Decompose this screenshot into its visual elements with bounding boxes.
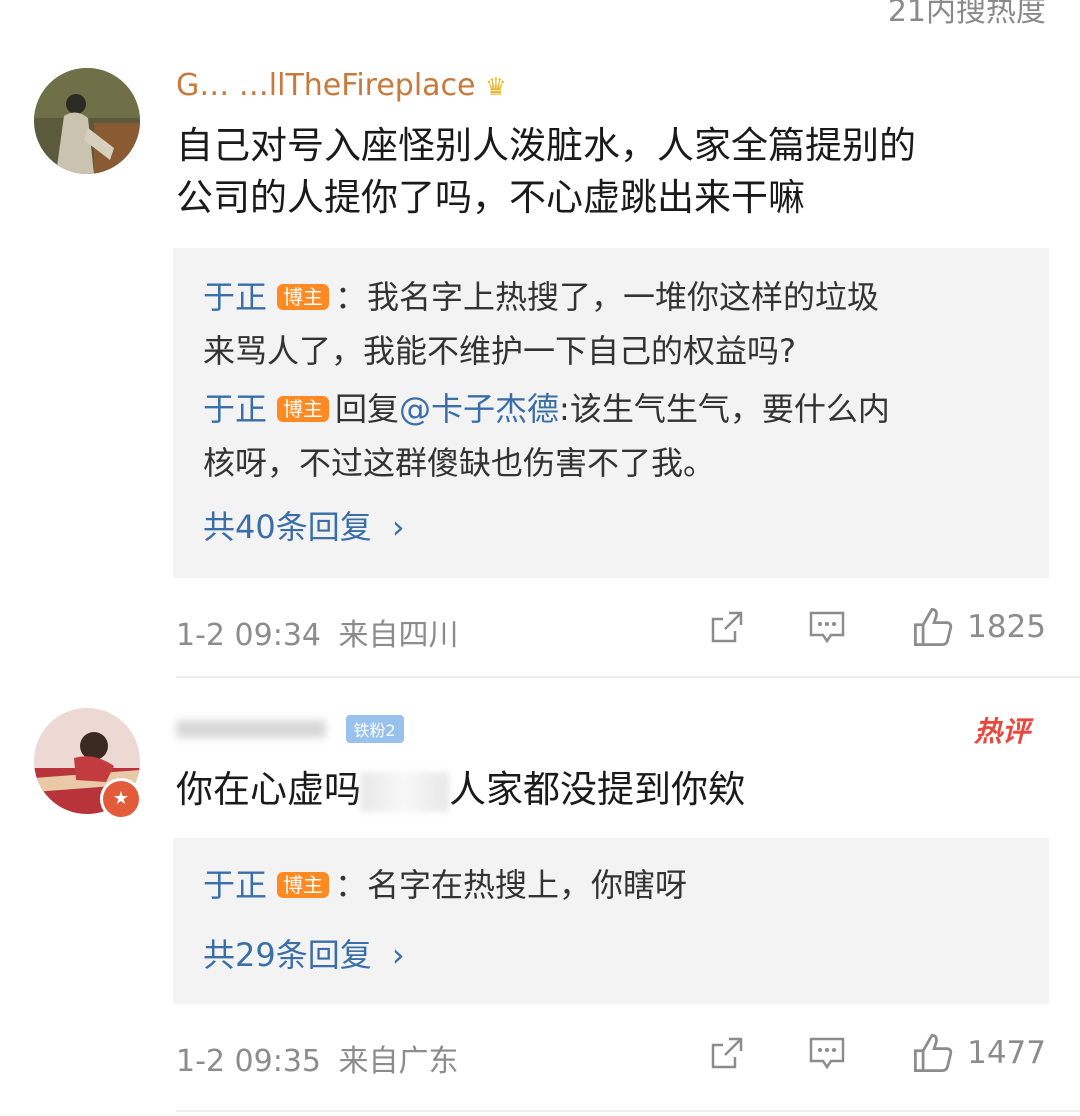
author-badge: 博主 [277, 872, 330, 898]
username[interactable]: G… …llTheFireplace ♛ [176, 68, 507, 103]
crown-icon: ♛ [485, 73, 507, 101]
divider [176, 676, 1080, 678]
reply-item[interactable]: 于正 博主 ：名字在热搜上，你瞎呀 [203, 858, 1009, 912]
redacted-username [176, 719, 326, 738]
comment-item: ★ 铁粉2 热评 你在心虚吗 人家都没提到你欸 于正 博主 ：名字在热搜上，你瞎呀 共… [0, 680, 1080, 1116]
like-count: 1825 [967, 609, 1046, 645]
like-icon[interactable] [911, 605, 955, 649]
redacted-emoji [361, 771, 449, 812]
username[interactable]: 铁粉2 [176, 710, 404, 745]
reply-author[interactable]: 于正 [203, 390, 267, 428]
comment-meta: 1-2 09:35 来自广东 [176, 1036, 459, 1080]
comment-text: 自己对号入座怪别人泼脏水，人家全篇提别的 公司的人提你了吗，不心虚跳出来干嘛 [176, 124, 916, 219]
hot-comment-label: 热评 [973, 715, 1030, 748]
verified-badge-icon: ★ [100, 778, 142, 820]
author-badge: 博主 [277, 396, 330, 422]
fan-level-badge: 铁粉2 [345, 714, 404, 743]
comment-meta: 1-2 09:34 来自四川 [176, 610, 459, 654]
comment-icon[interactable] [807, 607, 847, 647]
comment-location: 来自四川 [338, 618, 459, 653]
reply-item[interactable]: 于正 博主 ：我名字上热搜了，一堆你这样的垃圾 来骂人了，我能不维护一下自己的权益吗… [203, 270, 1009, 378]
comment-actions: 1477 [707, 1031, 1046, 1075]
reply-item[interactable]: 于正 博主 回复@卡子杰德:该生气生气，要什么内 核呀，不过这群傻缺也伤害不了我。 [203, 382, 1009, 490]
reply-author[interactable]: 于正 [203, 278, 267, 316]
comment-text: 你在心虚吗 人家都没提到你欸 [176, 768, 745, 812]
divider [176, 1110, 1080, 1112]
comment-icon[interactable] [807, 1033, 847, 1073]
like-count: 1477 [967, 1035, 1046, 1071]
comment-time: 1-2 09:34 [176, 618, 321, 653]
share-icon[interactable] [707, 1033, 747, 1073]
reply-box[interactable]: 于正 博主 ：我名字上热搜了，一堆你这样的垃圾 来骂人了，我能不维护一下自己的权益吗… [173, 248, 1049, 578]
reply-author[interactable]: 于正 [203, 866, 267, 904]
comment-location: 来自广东 [338, 1044, 459, 1079]
more-replies-link[interactable]: 共40条回复 › [203, 502, 405, 548]
comment-actions: 1825 [707, 605, 1046, 649]
comment-time: 1-2 09:35 [176, 1044, 321, 1079]
chevron-right-icon: › [391, 936, 405, 974]
reply-box[interactable]: 于正 博主 ：名字在热搜上，你瞎呀 共29条回复 › [173, 838, 1049, 1004]
comment-item: G… …llTheFireplace ♛ 自己对号入座怪别人泼脏水，人家全篇提别… [0, 0, 1080, 680]
like-icon[interactable] [911, 1031, 955, 1075]
share-icon[interactable] [707, 607, 747, 647]
avatar[interactable] [34, 68, 140, 174]
more-replies-link[interactable]: 共29条回复 › [203, 930, 405, 976]
chevron-right-icon: › [391, 508, 405, 546]
mention-link[interactable]: @卡子杰德 [399, 390, 559, 428]
author-badge: 博主 [277, 284, 330, 310]
